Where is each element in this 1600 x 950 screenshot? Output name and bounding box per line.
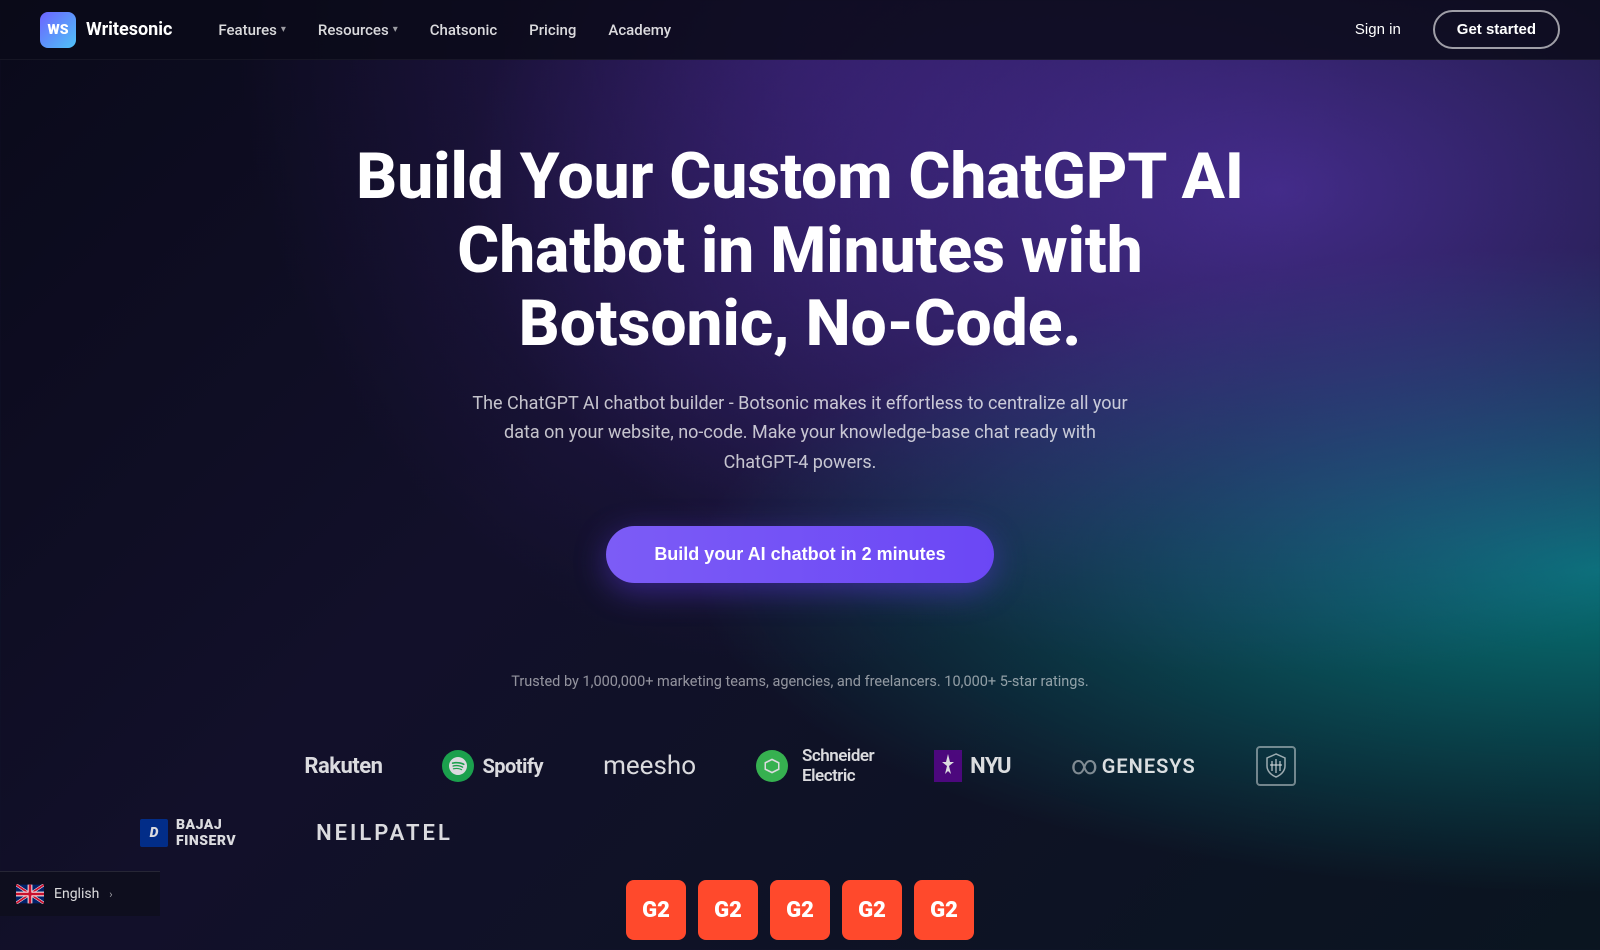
spotify-icon <box>442 750 474 782</box>
hero-subtitle: The ChatGPT AI chatbot builder - Botsoni… <box>470 389 1130 478</box>
nav-chatsonic[interactable]: Chatsonic <box>416 15 511 45</box>
trust-section: Trusted by 1,000,000+ marketing teams, a… <box>0 633 1600 746</box>
genesys-text: GENESYS <box>1102 754 1196 778</box>
g2-badge-1: G2 <box>626 880 686 940</box>
hero-title: Build Your Custom ChatGPT AI Chatbot in … <box>350 140 1250 361</box>
nav-right: Sign in Get started <box>1339 10 1560 49</box>
nav-features[interactable]: Features ▾ <box>204 15 300 45</box>
genesys-logo: ∞ GENESYS <box>1071 751 1196 781</box>
resources-chevron: ▾ <box>393 24 398 35</box>
nav-academy[interactable]: Academy <box>594 15 685 45</box>
nyu-logo: NYU <box>934 750 1011 782</box>
meesho-text: meesho <box>603 751 696 781</box>
g2-badge-5: G2 <box>914 880 974 940</box>
features-chevron: ▾ <box>281 24 286 35</box>
neilpatel-text: NEILPATEL <box>316 821 453 846</box>
nav-resources[interactable]: Resources ▾ <box>304 15 412 45</box>
schneider-icon <box>756 750 788 782</box>
shield-brand-logo <box>1256 746 1296 786</box>
logos-row-1: Rakuten Spotify meesho SchneiderElectric… <box>0 746 1600 787</box>
language-selector[interactable]: English › <box>0 871 160 916</box>
hero-section: Build Your Custom ChatGPT AI Chatbot in … <box>0 60 1600 633</box>
spotify-logo: Spotify <box>442 750 543 782</box>
shield-icon <box>1256 746 1296 786</box>
g2-badges-row: G2 G2 G2 G2 G2 <box>0 860 1600 950</box>
trust-text: Trusted by 1,000,000+ marketing teams, a… <box>60 673 1540 690</box>
bajaj-icon: D <box>140 819 168 847</box>
neilpatel-logo: NEILPATEL <box>316 821 453 846</box>
bajaj-text: BAJAJFINSERV <box>176 817 236 851</box>
language-chevron: › <box>109 888 112 901</box>
nav-pricing[interactable]: Pricing <box>515 15 590 45</box>
nyu-icon <box>934 750 962 782</box>
logo-text: Writesonic <box>86 19 172 40</box>
g2-badge-3: G2 <box>770 880 830 940</box>
signin-button[interactable]: Sign in <box>1339 13 1417 46</box>
genesys-symbol: ∞ <box>1071 751 1098 781</box>
rakuten-logo: Rakuten <box>304 754 382 779</box>
schneider-logo: SchneiderElectric <box>756 746 874 787</box>
logos-row-2: D BAJAJFINSERV NEILPATEL <box>0 807 1600 861</box>
cta-button[interactable]: Build your AI chatbot in 2 minutes <box>606 526 993 583</box>
language-label: English <box>54 886 99 902</box>
uk-flag-icon <box>16 884 44 904</box>
navbar: WS Writesonic Features ▾ Resources ▾ Cha… <box>0 0 1600 60</box>
rakuten-text: Rakuten <box>304 754 382 779</box>
getstarted-button[interactable]: Get started <box>1433 10 1560 49</box>
meesho-logo: meesho <box>603 751 696 781</box>
spotify-text: Spotify <box>482 754 543 778</box>
logo-icon: WS <box>40 12 76 48</box>
nav-links: Features ▾ Resources ▾ Chatsonic Pricing… <box>204 15 685 45</box>
nav-left: WS Writesonic Features ▾ Resources ▾ Cha… <box>40 12 685 48</box>
logo[interactable]: WS Writesonic <box>40 12 172 48</box>
schneider-text: SchneiderElectric <box>802 746 874 787</box>
logo-letters: WS <box>48 22 69 38</box>
g2-badge-4: G2 <box>842 880 902 940</box>
nyu-text: NYU <box>970 754 1011 779</box>
g2-badge-2: G2 <box>698 880 758 940</box>
bajaj-logo: D BAJAJFINSERV <box>140 817 236 851</box>
